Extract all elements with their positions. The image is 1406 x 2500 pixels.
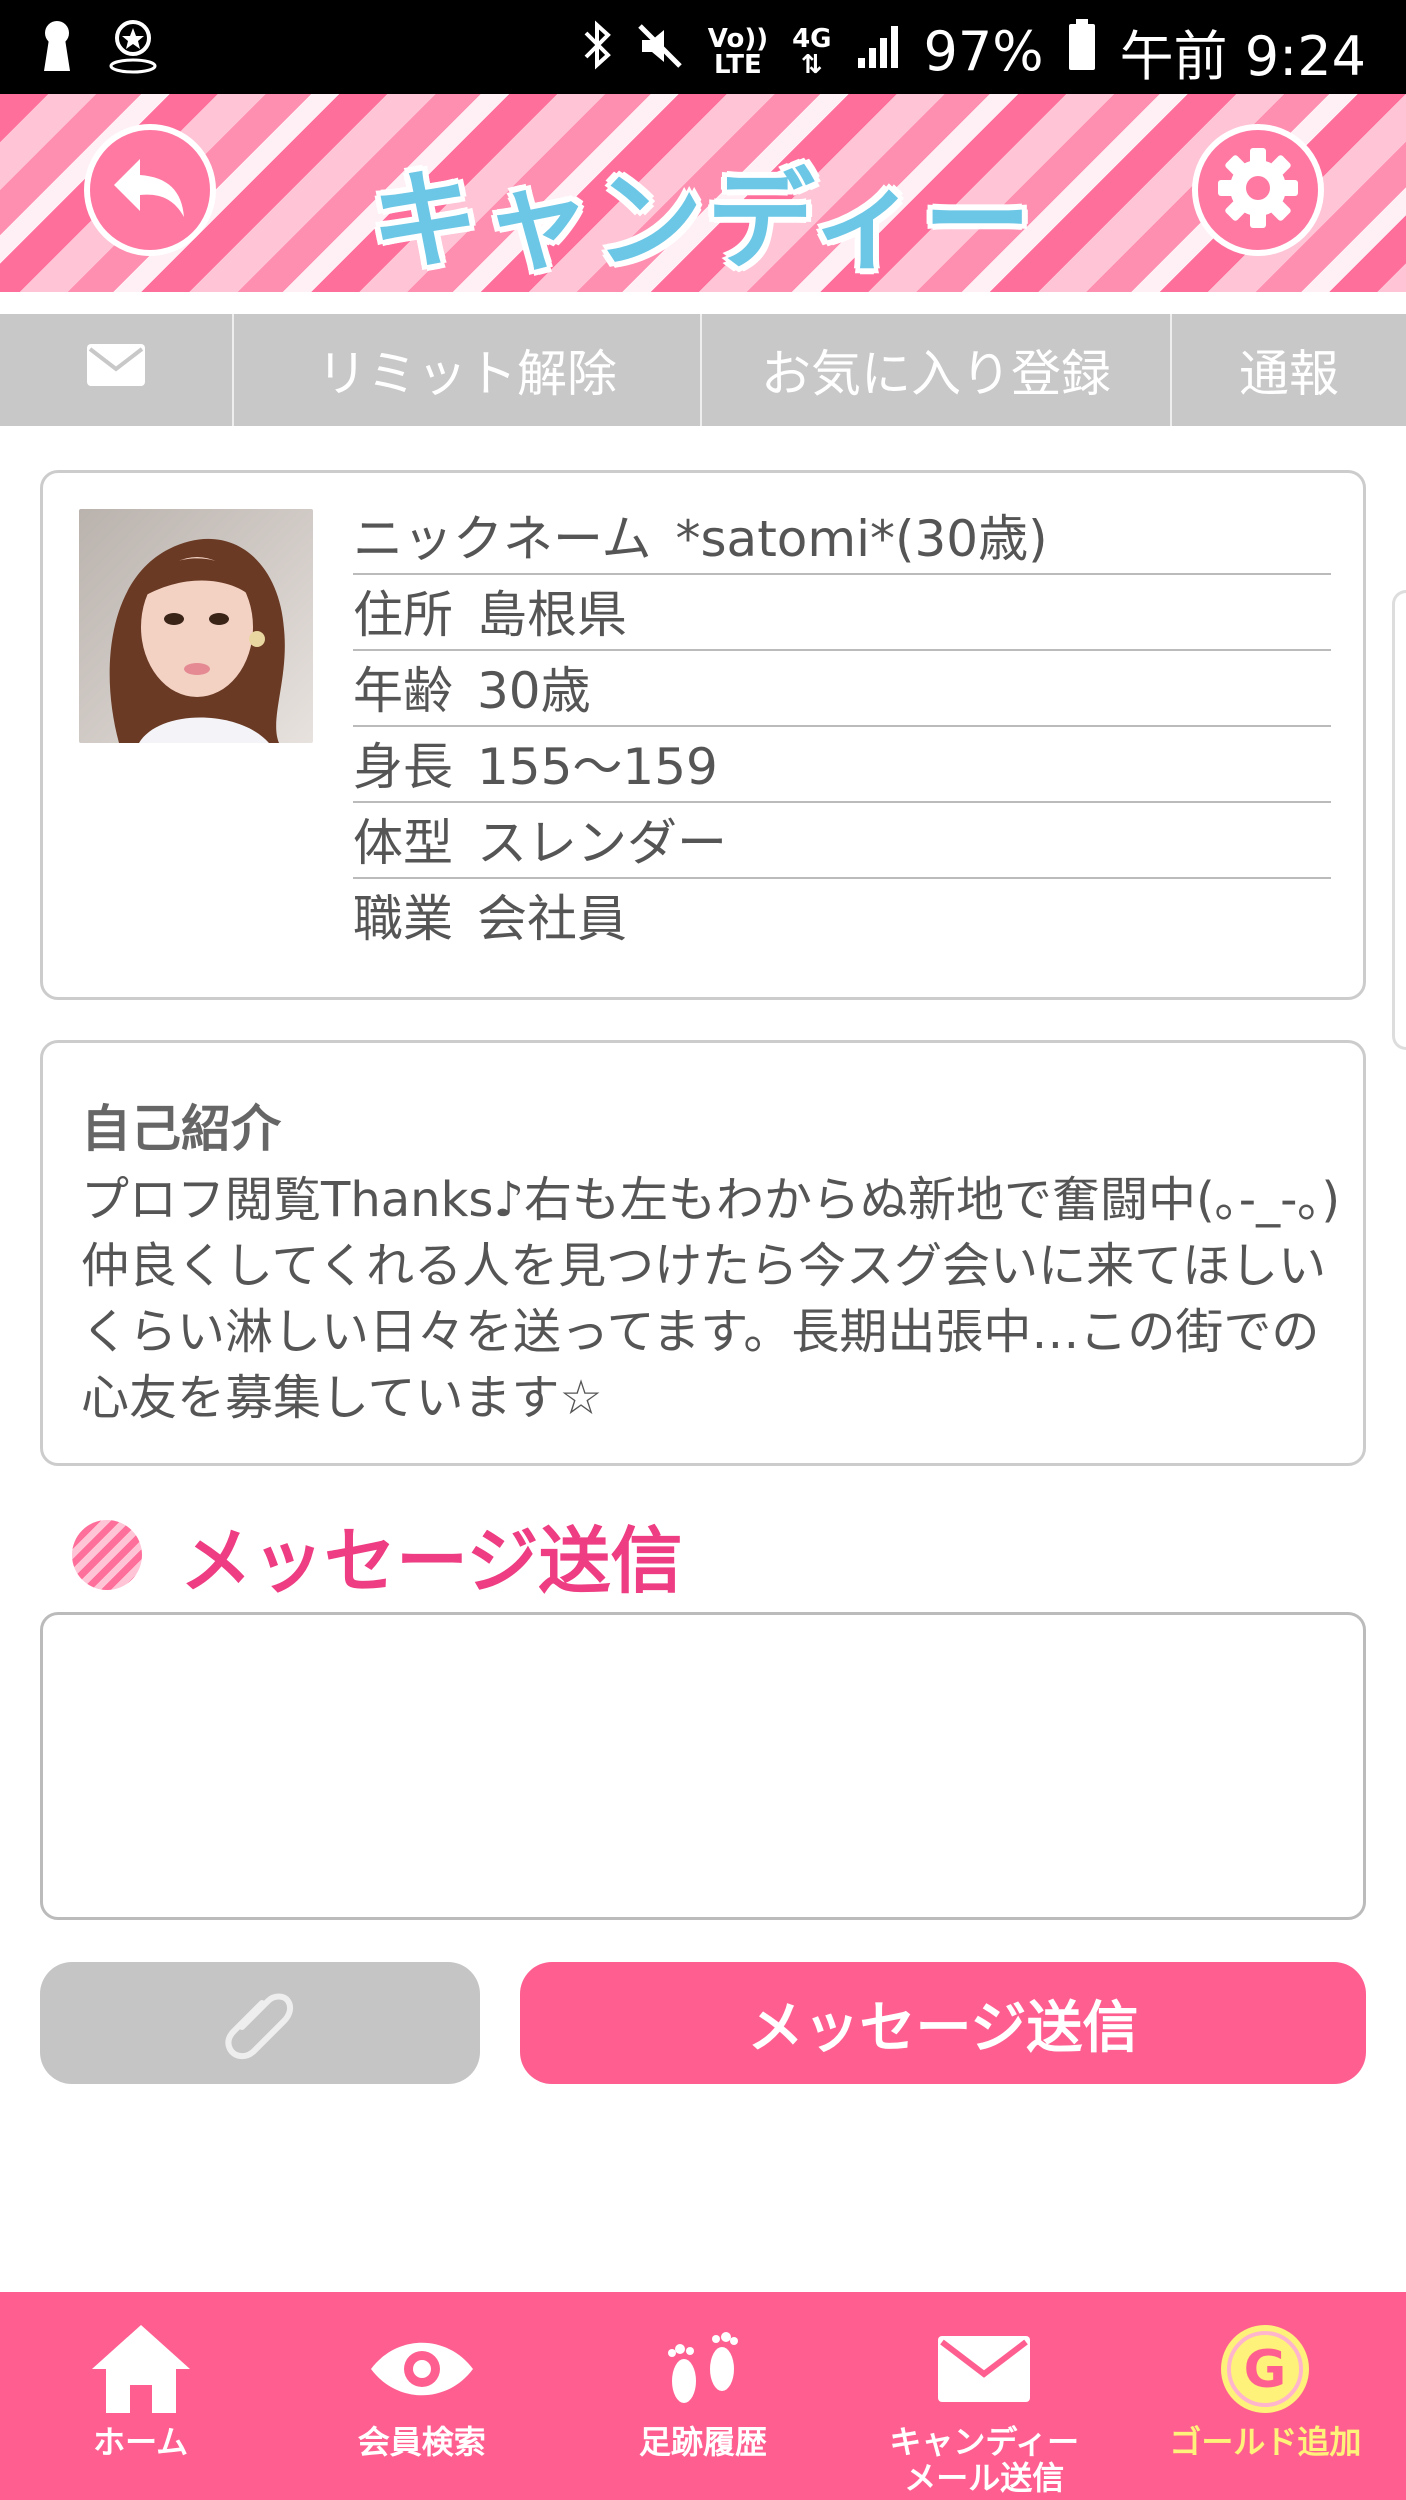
self-introduction-title: 自己紹介 <box>81 1100 281 1158</box>
bluetooth-icon <box>582 19 612 84</box>
battery-icon <box>1068 19 1096 84</box>
favorite-register-button[interactable]: お気に入り登録 <box>702 314 1172 426</box>
attach-button[interactable] <box>40 1962 480 2084</box>
profile-card: ニックネーム *satomi*(30歳) 住所 島根県 年齢 30歳 身長 155〜15… <box>40 470 1366 1000</box>
scroll-indicator <box>1392 590 1406 1050</box>
profile-row-body-type: 体型 スレンダー <box>353 803 1331 879</box>
eye-icon <box>367 2314 477 2424</box>
signal-icon <box>856 20 900 83</box>
paperclip-icon <box>220 1981 300 2065</box>
bottom-navigation: ホーム 会員検索 足跡履歴 キャンディー メール送信 G ゴールド追加 <box>0 2292 1406 2500</box>
message-input[interactable] <box>40 1612 1366 1920</box>
gear-icon <box>1216 146 1300 234</box>
send-message-button[interactable]: メッセージ送信 <box>520 1962 1366 2084</box>
profile-row-occupation: 職業 会社員 <box>353 890 627 948</box>
app-header: キャンディー <box>0 94 1406 292</box>
nav-gold-add[interactable]: G ゴールド追加 <box>1125 2292 1406 2500</box>
footprints-icon <box>658 2314 748 2424</box>
location-star-icon <box>108 18 158 78</box>
status-bar: Vo)) LTE 4G ⇅ 97% 午前 9:24 <box>0 0 1406 94</box>
profile-details: ニックネーム *satomi*(30歳) 住所 島根県 年齢 30歳 身長 155〜15… <box>353 499 1331 955</box>
profile-row-nickname: ニックネーム *satomi*(30歳) <box>353 499 1331 575</box>
profile-row-age: 年齢 30歳 <box>353 651 1331 727</box>
profile-row-height: 身長 155〜159 <box>353 727 1331 803</box>
limit-release-button[interactable]: リミット解除 <box>234 314 702 426</box>
profile-row-address: 住所 島根県 <box>353 575 1331 651</box>
gold-coin-icon: G <box>1215 2314 1315 2424</box>
battery-percent: 97% <box>923 20 1044 83</box>
volte-indicator: Vo)) LTE <box>707 23 769 80</box>
message-section-heading: メッセージ送信 <box>72 1502 683 1607</box>
keyhole-icon <box>40 19 74 77</box>
clock: 午前 9:24 <box>1119 25 1366 88</box>
self-introduction-text: プロフ閲覧Thanks♪右も左もわからぬ新地で奮闘中(｡-_-｡)仲良くしてくれ… <box>81 1172 1341 1426</box>
nav-footprints[interactable]: 足跡履歴 <box>562 2292 843 2500</box>
mail-button[interactable] <box>0 314 234 426</box>
network-type: 4G ⇅ <box>792 23 832 80</box>
nav-candy-mail[interactable]: キャンディー メール送信 <box>844 2292 1125 2500</box>
mail-icon <box>936 2314 1032 2424</box>
mail-icon <box>86 341 146 399</box>
gold-coin-letter: G <box>1244 2340 1287 2400</box>
profile-photo[interactable] <box>79 509 313 743</box>
self-introduction-card: 自己紹介 プロフ閲覧Thanks♪右も左もわからぬ新地で奮闘中(｡-_-｡)仲良… <box>40 1040 1366 1466</box>
mute-icon <box>636 20 684 83</box>
profile-action-bar: リミット解除 お気に入り登録 通報 <box>0 314 1406 426</box>
nav-home[interactable]: ホーム <box>0 2292 281 2500</box>
home-icon <box>86 2314 196 2424</box>
settings-button[interactable] <box>1192 124 1324 256</box>
striped-bullet-icon <box>72 1519 142 1590</box>
nav-member-search[interactable]: 会員検索 <box>281 2292 562 2500</box>
report-button[interactable]: 通報 <box>1172 314 1406 426</box>
